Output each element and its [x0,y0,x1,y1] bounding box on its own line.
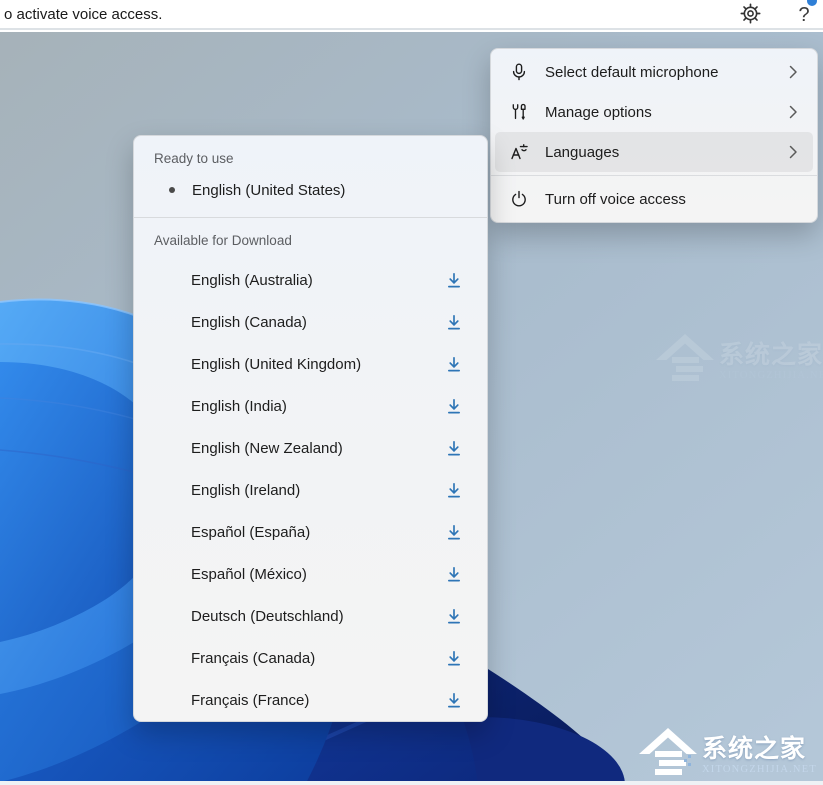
voice-access-screen: { "titlebar": { "status_text": "o activa… [0,0,823,785]
status-text: o activate voice access. [4,6,162,23]
menu-item-label: Languages [545,144,789,161]
download-icon[interactable] [445,523,463,542]
language-label: English (Canada) [191,314,445,331]
download-icon[interactable] [445,565,463,584]
question-mark-icon: ? [798,4,809,27]
translate-icon [508,141,530,163]
tools-icon [508,101,530,123]
download-icon[interactable] [445,397,463,416]
voice-access-menu: Select default microphone Manage options [490,48,818,223]
languages-flyout: Ready to use English (United States) Ava… [133,135,488,722]
menu-item-label: Manage options [545,104,789,121]
power-icon [508,188,530,210]
language-label: English (New Zealand) [191,440,445,457]
download-icon[interactable] [445,439,463,458]
menu-item-select-default-microphone[interactable]: Select default microphone [495,52,813,92]
language-row-deutsch-deutschland[interactable]: Deutsch (Deutschland) [134,595,487,637]
language-row-english-australia[interactable]: English (Australia) [134,259,487,301]
microphone-icon [508,61,530,83]
menu-separator [491,175,817,176]
language-row-espanol-espana[interactable]: Español (España) [134,511,487,553]
gear-icon [739,2,762,28]
screen-bottom-strip [0,781,823,785]
voice-access-bar: o activate voice access. ? [0,0,823,30]
menu-item-turn-off-voice-access[interactable]: Turn off voice access [495,179,813,219]
language-row-english-canada[interactable]: English (Canada) [134,301,487,343]
download-icon[interactable] [445,691,463,710]
download-icon[interactable] [445,607,463,626]
download-icon[interactable] [445,271,463,290]
language-row-english-united-kingdom[interactable]: English (United Kingdom) [134,343,487,385]
language-row-francais-canada[interactable]: Français (Canada) [134,637,487,679]
language-label: Español (España) [191,524,445,541]
selected-bullet-icon [169,187,175,193]
download-icon[interactable] [445,313,463,332]
menu-item-manage-options[interactable]: Manage options [495,92,813,132]
language-row-english-india[interactable]: English (India) [134,385,487,427]
language-row-espanol-mexico[interactable]: Español (México) [134,553,487,595]
menu-item-label: Turn off voice access [545,191,801,208]
chevron-right-icon [789,145,801,159]
download-icon[interactable] [445,649,463,668]
language-label: Français (France) [191,692,445,709]
installed-language-row[interactable]: English (United States) [134,168,487,212]
chevron-right-icon [789,105,801,119]
download-icon[interactable] [445,355,463,374]
download-icon[interactable] [445,481,463,500]
installed-language-label: English (United States) [192,182,345,199]
settings-button[interactable] [734,1,766,29]
chevron-right-icon [789,65,801,79]
help-button[interactable]: ? [788,1,820,29]
language-label: English (India) [191,398,445,415]
downloadable-language-list: English (Australia) English (Canada) Eng… [134,259,487,721]
language-row-english-new-zealand[interactable]: English (New Zealand) [134,427,487,469]
section-header-ready-to-use: Ready to use [134,136,487,168]
language-label: Español (México) [191,566,445,583]
menu-item-languages[interactable]: Languages [495,132,813,172]
language-label: English (Australia) [191,272,445,289]
language-label: English (United Kingdom) [191,356,445,373]
language-label: Français (Canada) [191,650,445,667]
language-label: English (Ireland) [191,482,445,499]
language-label: Deutsch (Deutschland) [191,608,445,625]
menu-item-label: Select default microphone [545,64,789,81]
language-row-english-ireland[interactable]: English (Ireland) [134,469,487,511]
section-header-available-for-download: Available for Download [134,218,487,250]
language-row-francais-france[interactable]: Français (France) [134,679,487,721]
